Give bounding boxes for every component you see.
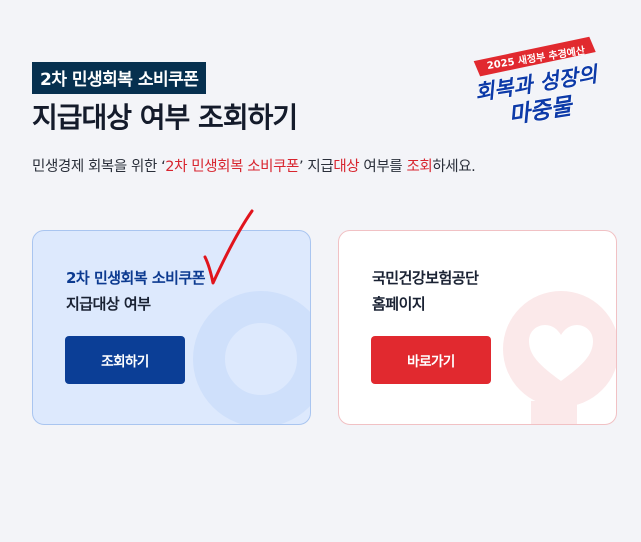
desc-coupon-highlight: 2차 민생회복 소비쿠폰 — [165, 159, 299, 175]
page-title: 지급대상 여부 조회하기 — [32, 101, 298, 134]
inquiry-card-subtitle: 지급대상 여부 — [66, 295, 151, 313]
heart-decoration-icon — [503, 291, 616, 424]
checkmark-annotation-icon — [203, 209, 254, 285]
desc-text-1: 민생경제 회복을 위한 ‘ — [32, 159, 166, 175]
desc-text-3: 여부를 — [359, 159, 407, 175]
inquiry-card: 2차 민생회복 소비쿠폰 지급대상 여부 조회하기 — [32, 230, 311, 425]
coupon-tag: 2차 민생회복 소비쿠폰 — [32, 62, 207, 94]
page-description: 민생경제 회복을 위한 ‘2차 민생회복 소비쿠폰’ 지급대상 여부를 조회하세… — [32, 155, 476, 176]
nhis-card-title: 국민건강보험공단 — [372, 269, 479, 287]
inquiry-button[interactable]: 조회하기 — [65, 336, 185, 384]
inquiry-card-title: 2차 민생회복 소비쿠폰 — [66, 269, 206, 287]
desc-text-2: ’ 지급 — [299, 159, 334, 175]
nhis-card: 국민건강보험공단 홈페이지 바로가기 — [338, 230, 617, 425]
desc-text-4: 하세요. — [432, 159, 476, 175]
campaign-logo: 2025 새정부 추경예산 회복과 성장의 마중물 — [473, 36, 602, 130]
nhis-card-subtitle: 홈페이지 — [372, 295, 426, 313]
desc-target-highlight: 대상 — [333, 159, 360, 175]
nhis-link-button[interactable]: 바로가기 — [371, 336, 491, 384]
search-decoration-icon — [193, 291, 310, 424]
desc-inquiry-highlight: 조회 — [406, 159, 433, 175]
